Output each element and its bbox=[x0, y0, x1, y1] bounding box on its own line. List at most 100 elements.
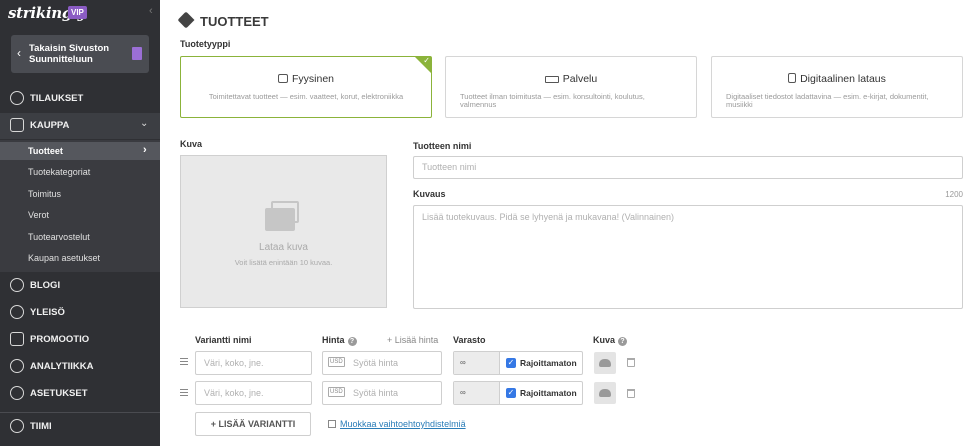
variant-price-input[interactable]: USD Syötä hinta bbox=[322, 381, 442, 405]
sidebar-subitem-tuotteet[interactable]: Tuotteet › bbox=[0, 142, 160, 160]
currency-badge: USD bbox=[328, 357, 345, 367]
subitem-label: Tuotearvostelut bbox=[28, 232, 90, 242]
edit-link-text: Muokkaa vaihtoehtoyhdistelmiä bbox=[340, 419, 466, 429]
price-header-text: Hinta bbox=[322, 335, 345, 345]
unlimited-label: Rajoittamaton bbox=[520, 388, 577, 398]
drag-handle-icon[interactable] bbox=[180, 358, 188, 367]
subitem-label: Verot bbox=[28, 210, 50, 220]
sidebar-item-yleiso[interactable]: YLEISÖ bbox=[0, 300, 160, 326]
trash-icon[interactable] bbox=[627, 358, 635, 367]
sidebar-item-tiimi[interactable]: TIIMI bbox=[0, 414, 160, 440]
sidebar-item-promootio[interactable]: PROMOOTIO bbox=[0, 327, 160, 353]
gear-icon bbox=[10, 386, 24, 400]
stock-value[interactable]: ∞ bbox=[454, 352, 500, 374]
type-card-digital[interactable]: Digitaalinen lataus Digitaaliset tiedost… bbox=[711, 56, 963, 118]
box-icon bbox=[277, 74, 288, 83]
check-icon: ✓ bbox=[423, 56, 430, 65]
back-to-site-editor-button[interactable]: ‹ Takaisin Sivuston Suunnitteluun bbox=[11, 35, 149, 73]
subitem-label: Tuotteet bbox=[28, 146, 63, 156]
sidebar-item-label: YLEISÖ bbox=[30, 307, 65, 318]
variant-name-input[interactable]: Väri, koko, jne. bbox=[195, 381, 312, 405]
main-content: TUOTTEET Tuotetyyppi ✓ Fyysinen Toimitet… bbox=[160, 0, 974, 446]
variant-stock-field[interactable]: ∞ ✓ Rajoittamaton bbox=[453, 351, 583, 375]
chevron-down-icon: ⌄ bbox=[140, 118, 149, 129]
unlimited-label: Rajoittamaton bbox=[520, 358, 577, 368]
description-counter: 1200 bbox=[945, 190, 963, 199]
sidebar-item-analytiikka[interactable]: ANALYTIIKKA bbox=[0, 354, 160, 380]
dumbbell-icon bbox=[544, 76, 559, 83]
sidebar-item-label: TIIMI bbox=[30, 421, 52, 432]
price-header: Hinta? bbox=[322, 335, 357, 346]
add-price-link[interactable]: + Lisää hinta bbox=[387, 335, 438, 345]
type-card-desc: Tuotteet ilman toimitusta — esim. konsul… bbox=[460, 92, 645, 109]
megaphone-icon bbox=[10, 332, 24, 346]
image-upload-area[interactable]: Lataa kuva Voit lisätä enintään 10 kuvaa… bbox=[180, 155, 387, 308]
dollar-icon bbox=[10, 91, 24, 105]
sidebar-item-blogi[interactable]: BLOGI bbox=[0, 273, 160, 299]
upload-image-title: Lataa kuva bbox=[259, 242, 308, 253]
type-title-text: Fyysinen bbox=[291, 73, 334, 85]
product-name-input[interactable]: Tuotteen nimi bbox=[413, 156, 963, 179]
collapse-sidebar-icon[interactable]: ‹ bbox=[149, 5, 153, 17]
type-card-desc: Toimitettavat tuotteet — esim. vaatteet,… bbox=[208, 92, 404, 101]
unlimited-checkbox[interactable]: ✓ bbox=[506, 358, 516, 368]
pen-icon bbox=[10, 278, 24, 292]
subitem-label: Kaupan asetukset bbox=[28, 253, 101, 263]
sidebar-item-label: BLOGI bbox=[30, 280, 61, 291]
chevron-left-icon: ‹ bbox=[17, 46, 21, 60]
analytics-icon bbox=[10, 359, 24, 373]
trash-icon[interactable] bbox=[627, 389, 635, 398]
unlimited-checkbox[interactable]: ✓ bbox=[506, 388, 516, 398]
variant-stock-field[interactable]: ∞ ✓ Rajoittamaton bbox=[453, 381, 583, 405]
help-icon[interactable]: ? bbox=[347, 337, 357, 346]
type-card-physical[interactable]: ✓ Fyysinen Toimitettavat tuotteet — esim… bbox=[180, 56, 432, 118]
product-name-label: Tuotteen nimi bbox=[413, 141, 472, 151]
chevron-right-icon: › bbox=[143, 144, 147, 156]
kauppa-submenu: Tuotteet › Tuotekategoriat Toimitus Vero… bbox=[0, 140, 160, 272]
help-icon[interactable]: ? bbox=[618, 337, 628, 346]
type-card-title: Digitaalinen lataus bbox=[712, 73, 962, 85]
back-button-label: Takaisin Sivuston Suunnitteluun bbox=[29, 43, 110, 65]
cloud-upload-icon bbox=[599, 359, 611, 367]
document-icon bbox=[788, 73, 797, 83]
sidebar-item-label: KAUPPA bbox=[30, 120, 70, 131]
edit-icon bbox=[328, 420, 336, 428]
variant-name-header: Variantti nimi bbox=[195, 335, 252, 345]
cloud-upload-icon bbox=[599, 389, 611, 397]
price-placeholder: Syötä hinta bbox=[353, 388, 399, 398]
sidebar-subitem-toimitus[interactable]: Toimitus bbox=[0, 185, 160, 203]
image-header: Kuva? bbox=[593, 335, 628, 346]
drag-handle-icon[interactable] bbox=[180, 389, 188, 398]
sidebar-divider bbox=[0, 412, 160, 413]
sidebar-item-label: TILAUKSET bbox=[30, 93, 84, 104]
sidebar: strikingly VIP ‹ ‹ Takaisin Sivuston Suu… bbox=[0, 0, 160, 446]
variant-price-input[interactable]: USD Syötä hinta bbox=[322, 351, 442, 375]
type-card-title: Fyysinen bbox=[181, 73, 431, 85]
site-icon bbox=[132, 47, 142, 60]
edit-variant-combinations-link[interactable]: Muokkaa vaihtoehtoyhdistelmiä bbox=[328, 419, 466, 429]
sidebar-subitem-tuotearvostelut[interactable]: Tuotearvostelut bbox=[0, 228, 160, 246]
description-textarea[interactable]: Lisää tuotekuvaus. Pidä se lyhyenä ja mu… bbox=[413, 205, 963, 309]
sidebar-subitem-tuotekategoriat[interactable]: Tuotekategoriat bbox=[0, 163, 160, 181]
sidebar-subitem-kaupan-asetukset[interactable]: Kaupan asetukset bbox=[0, 249, 160, 267]
upload-variant-image-button[interactable] bbox=[594, 352, 616, 374]
sidebar-item-label: ANALYTIIKKA bbox=[30, 361, 94, 372]
variant-name-input[interactable]: Väri, koko, jne. bbox=[195, 351, 312, 375]
price-placeholder: Syötä hinta bbox=[353, 358, 399, 368]
type-card-title: Palvelu bbox=[446, 73, 696, 85]
sidebar-item-tilaukset[interactable]: TILAUKSET bbox=[0, 86, 160, 112]
stock-header: Varasto bbox=[453, 335, 486, 345]
sidebar-item-kauppa[interactable]: KAUPPA ⌄ bbox=[0, 113, 160, 139]
add-variant-button[interactable]: + LISÄÄ VARIANTTI bbox=[195, 412, 311, 436]
vip-badge: VIP bbox=[68, 6, 87, 19]
type-title-text: Digitaalinen lataus bbox=[800, 73, 886, 85]
store-icon bbox=[10, 118, 24, 132]
page-title: TUOTTEET bbox=[200, 14, 269, 29]
upload-variant-image-button[interactable] bbox=[594, 382, 616, 404]
type-card-desc: Digitaaliset tiedostot ladattavina — esi… bbox=[726, 92, 929, 109]
sidebar-item-asetukset[interactable]: ASETUKSET bbox=[0, 381, 160, 407]
sidebar-subitem-verot[interactable]: Verot bbox=[0, 206, 160, 224]
tag-icon bbox=[177, 11, 195, 29]
type-card-service[interactable]: Palvelu Tuotteet ilman toimitusta — esim… bbox=[445, 56, 697, 118]
stock-value[interactable]: ∞ bbox=[454, 382, 500, 404]
